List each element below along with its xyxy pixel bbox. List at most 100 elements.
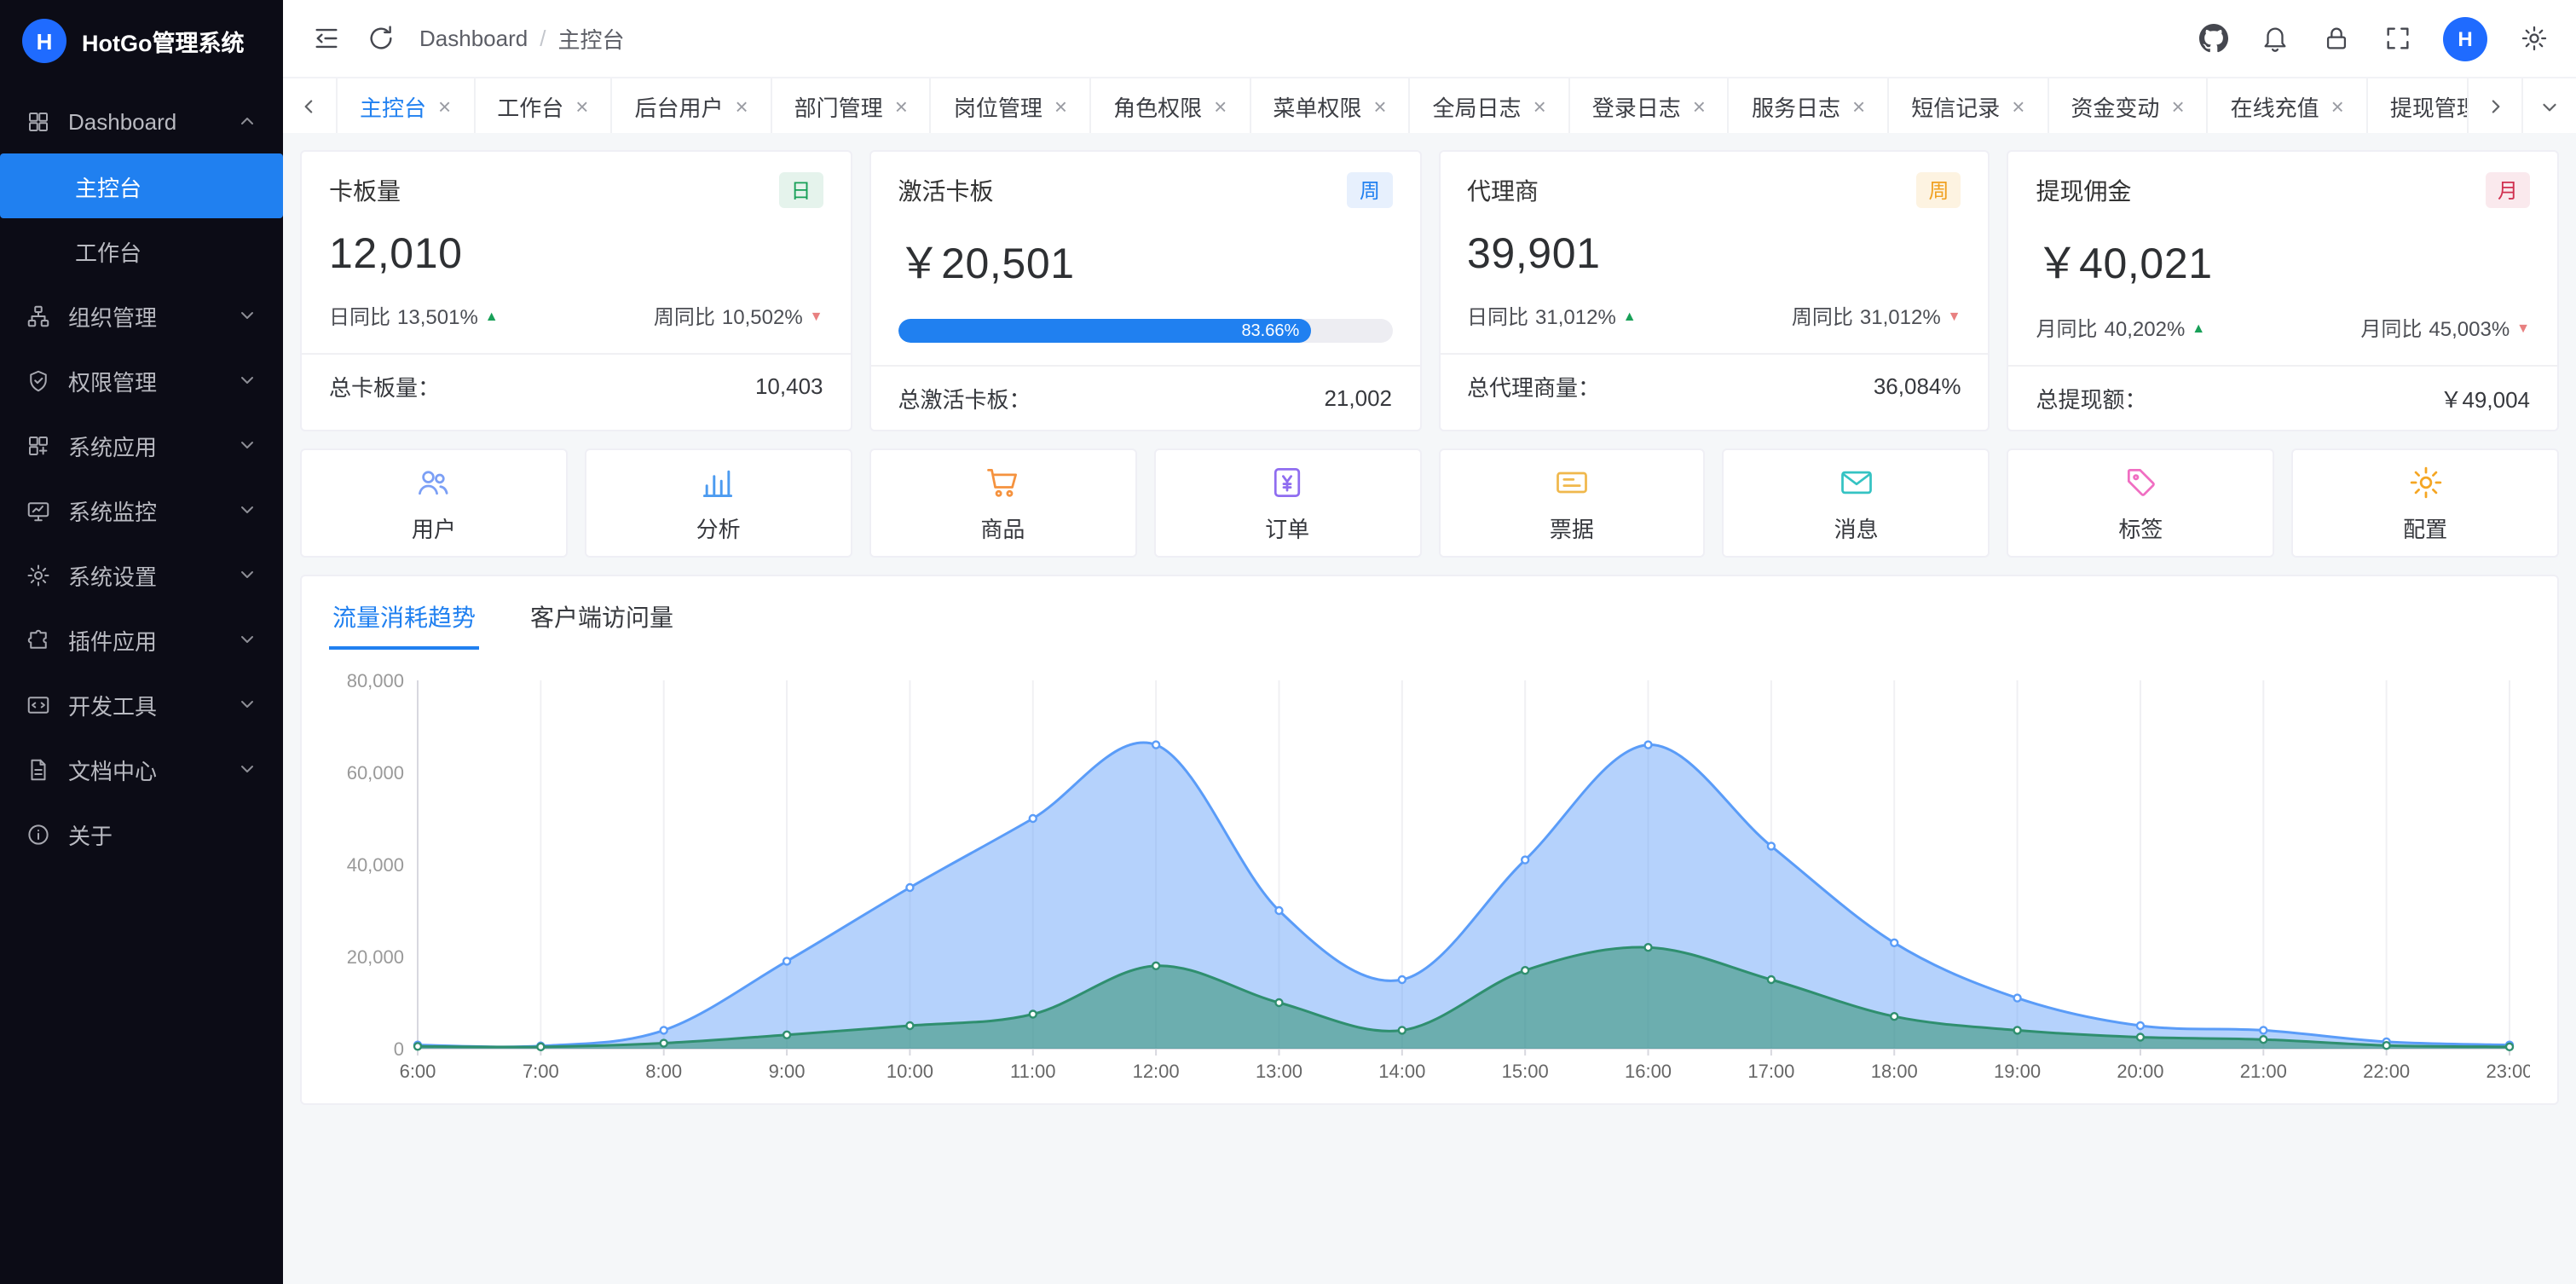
sidebar-item-7[interactable]: 开发工具 [0,672,283,737]
tab-1[interactable]: 工作台× [475,78,612,133]
tab-3[interactable]: 部门管理 × [772,78,932,133]
metric-up: 日同比 13,501% ▲ [329,302,499,331]
close-icon[interactable]: × [2012,95,2024,117]
svg-text:80,000: 80,000 [347,670,404,691]
tab-12[interactable]: 在线充值× [2209,78,2368,133]
sidebar-item-0[interactable]: Dashboard [0,89,283,153]
close-icon[interactable]: × [895,95,908,117]
sidebar-item-2[interactable]: 权限管理 [0,348,283,413]
stat-metrics: 日同比 31,012% ▲ 周同比 31,012% ▼ [1467,302,1961,331]
sidebar-item-6[interactable]: 插件应用 [0,607,283,672]
svg-text:22:00: 22:00 [2363,1061,2410,1082]
stat-card-0: 卡板量 日 12,010 日同比 13,501% ▲ 周同比 10,502% ▼… [300,150,852,431]
stat-metrics: 日同比 13,501% ▲ 周同比 10,502% ▼ [329,302,823,331]
stat-card-title: 激活卡板 [898,173,994,207]
chevron-down-icon [237,370,257,390]
metric-down: 周同比 10,502% ▼ [654,302,823,331]
shortcut-3[interactable]: 订单 [1153,448,1421,558]
refresh-icon[interactable] [365,23,396,54]
analytics-icon [700,463,737,500]
sidebar-item-5[interactable]: 系统设置 [0,542,283,607]
close-icon[interactable]: × [575,95,588,117]
sidebar-subitem-0-0[interactable]: 主控台 [0,153,283,218]
tab-11[interactable]: 资金变动× [2048,78,2208,133]
tab-10[interactable]: 短信记录× [1889,78,2048,133]
shortcut-2[interactable]: 商品 [869,448,1137,558]
sidebar-item-8[interactable]: 文档中心 [0,737,283,801]
shortcut-label: 票据 [1550,511,1594,543]
lock-screen-icon[interactable] [2320,23,2351,54]
svg-text:17:00: 17:00 [1747,1061,1794,1082]
sidebar-item-1[interactable]: 组织管理 [0,283,283,348]
collapse-sidebar-icon[interactable] [310,23,341,54]
metric-label: 日同比 [1467,302,1528,331]
tab-label: 全局日志 [1433,90,1522,122]
tab-4[interactable]: 岗位管理 × [932,78,1091,133]
close-icon[interactable]: × [1852,95,1865,117]
close-icon[interactable]: × [1054,95,1067,117]
tab-label: 菜单权限 [1273,90,1361,122]
metric-down: 周同比 31,012% ▼ [1792,302,1961,331]
metric-label: 周同比 [654,302,715,331]
tab-label: 岗位管理 [954,90,1043,122]
shortcut-7[interactable]: 配置 [2291,448,2559,558]
tab-8[interactable]: 登录日志× [1570,78,1730,133]
chart-tab-0[interactable]: 流量消耗趋势 [329,597,479,650]
tabs-scroll-left-button[interactable] [283,78,338,133]
shortcut-4[interactable]: 票据 [1438,448,1706,558]
close-icon[interactable]: × [2331,95,2344,117]
app-logo[interactable]: H HotGo管理系统 [0,0,283,82]
chevron-up-icon [237,111,257,131]
sidebar-item-3[interactable]: 系统应用 [0,413,283,477]
tab-label: 后台用户 [634,90,723,122]
breadcrumb-root[interactable]: Dashboard [419,26,528,51]
close-icon[interactable]: × [438,95,451,117]
stat-card-title: 代理商 [1467,173,1539,207]
metric-value: 10,502% [722,304,803,328]
shortcut-6[interactable]: 标签 [2007,448,2275,558]
org-icon [26,303,51,328]
tabs-menu-dropdown-button[interactable] [2521,78,2576,133]
close-icon[interactable]: × [1373,95,1386,117]
progress-bar: 83.66% [898,319,1393,343]
close-icon[interactable]: × [1214,95,1227,117]
close-icon[interactable]: × [1693,95,1706,117]
footer-label: 总提现额： [2036,382,2147,414]
shortcut-0[interactable]: 用户 [300,448,568,558]
settings-gear-icon[interactable] [2518,23,2549,54]
tab-label: 部门管理 [794,90,883,122]
tab-0[interactable]: 主控台× [338,78,475,133]
trend-up-icon: ▲ [2192,321,2205,336]
tabs-scroll-right-button[interactable] [2467,78,2521,133]
tab-13[interactable]: 提现管理× [2368,78,2467,133]
footer-value: 10,403 [755,373,823,399]
close-icon[interactable]: × [1533,95,1546,117]
period-badge: 周 [1348,172,1392,208]
chart-tab-1[interactable]: 客户端访问量 [527,597,677,650]
close-icon[interactable]: × [2171,95,2184,117]
sidebar-item-label: 插件应用 [68,623,220,656]
docs-icon [26,756,51,782]
fullscreen-icon[interactable] [2382,23,2412,54]
close-icon[interactable]: × [735,95,748,117]
tab-9[interactable]: 服务日志× [1730,78,1889,133]
breadcrumb: Dashboard / 主控台 [419,22,625,55]
users-icon [415,463,453,500]
notifications-bell-icon[interactable] [2259,23,2290,54]
tab-6[interactable]: 菜单权限 × [1250,78,1410,133]
trend-up-icon: ▲ [1623,309,1637,324]
tab-2[interactable]: 后台用户 × [612,78,771,133]
shortcut-5[interactable]: 消息 [1723,448,1990,558]
sidebar-subitem-0-1[interactable]: 工作台 [0,218,283,283]
stat-card-value: ￥40,021 [2036,230,2531,292]
sidebar-item-4[interactable]: 系统监控 [0,477,283,542]
user-avatar[interactable]: H [2443,16,2487,61]
app-title: HotGo管理系统 [82,24,245,58]
tab-7[interactable]: 全局日志 × [1411,78,1570,133]
area-chart-svg: 020,00040,00060,00080,0006:007:008:009:0… [329,663,2530,1093]
sidebar-item-9[interactable]: 关于 [0,801,283,866]
tab-5[interactable]: 角色权限× [1091,78,1250,133]
github-icon[interactable] [2198,23,2228,54]
shortcut-1[interactable]: 分析 [585,448,852,558]
chevron-down-icon [237,500,257,520]
